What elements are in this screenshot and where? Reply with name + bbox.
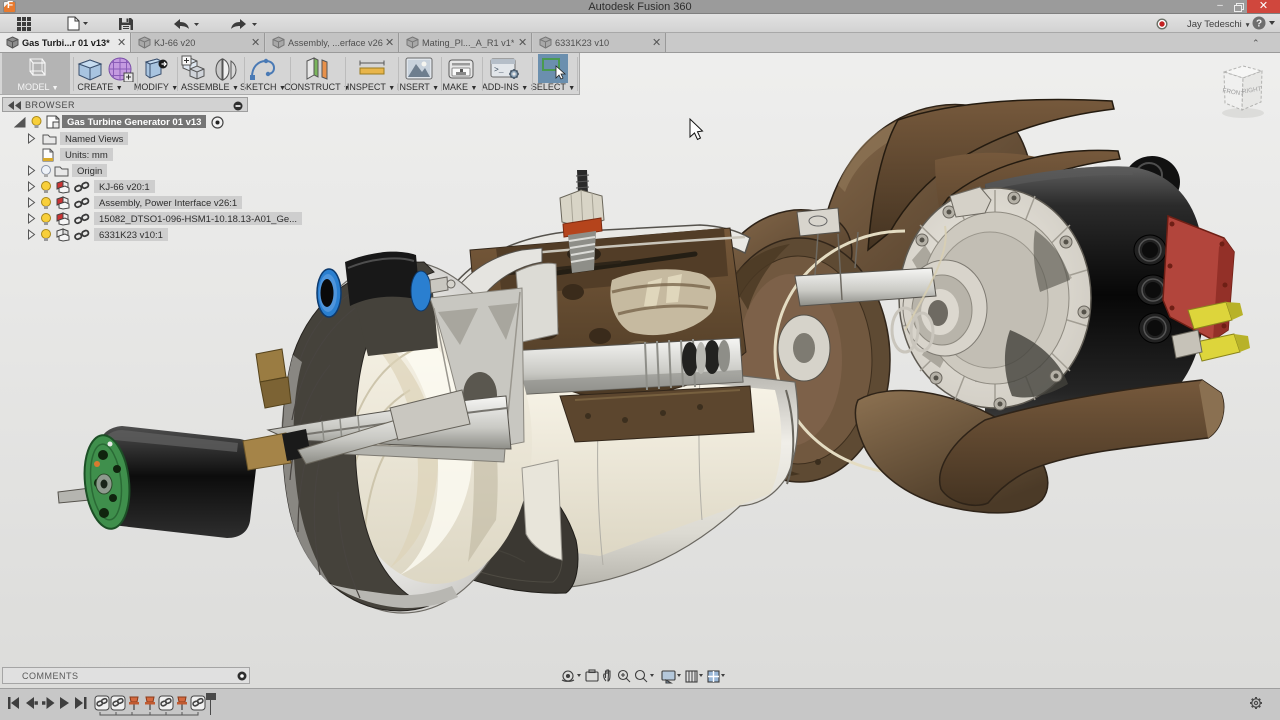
svg-text:?: ? — [1256, 19, 1262, 30]
svg-text:>_: >_ — [494, 66, 504, 75]
